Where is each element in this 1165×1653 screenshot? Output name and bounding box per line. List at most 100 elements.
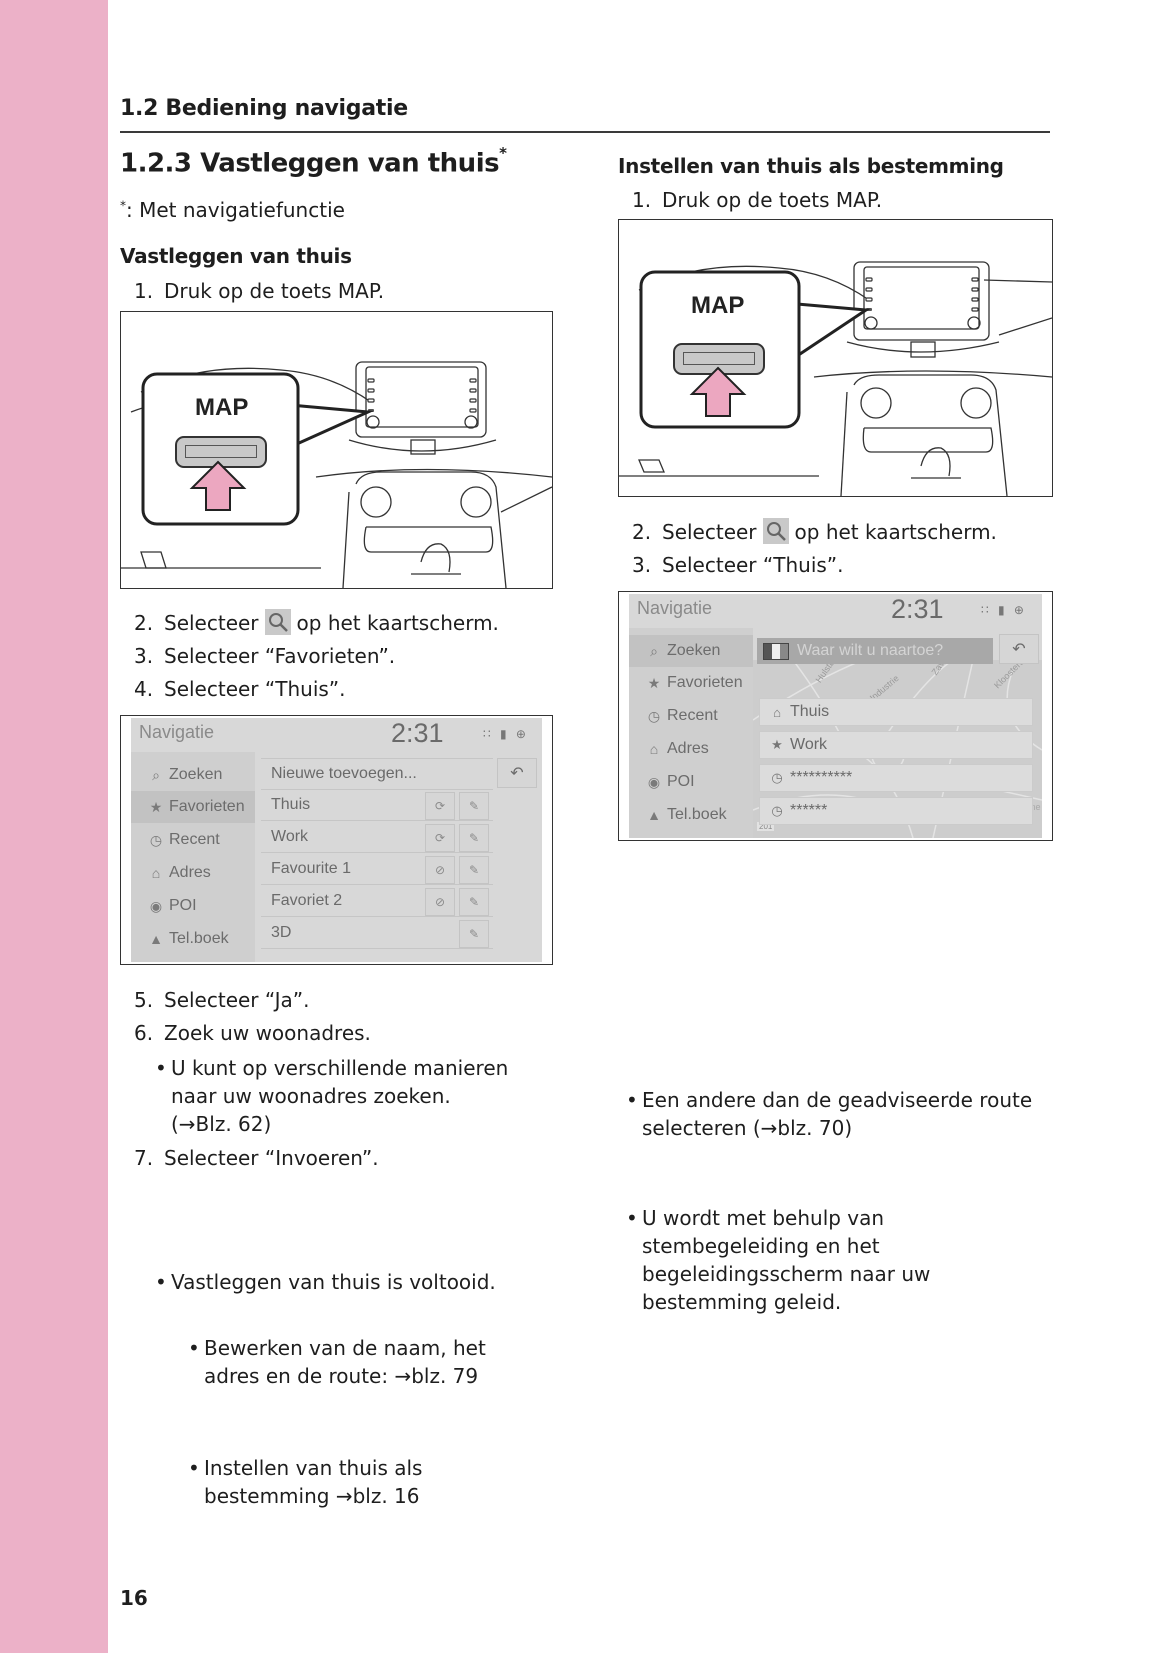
nav-side-menu: ⌕ Zoeken ★ Favorieten ◷ Recent ⌂ Adres ◉ POI … bbox=[131, 752, 255, 962]
step-text: Selecteer “Thuis”. bbox=[662, 553, 844, 577]
press-arrow-icon bbox=[189, 460, 247, 511]
bullet-dot: • bbox=[188, 1336, 200, 1360]
step-2: 2. Selecteer op het kaartscherm. bbox=[632, 516, 997, 549]
menu-item-favorieten[interactable]: ★ Favorieten bbox=[629, 667, 753, 699]
menu-label: Favorieten bbox=[667, 674, 743, 691]
subheading-set-home-destination: Instellen van thuis als bestemming bbox=[618, 154, 1004, 178]
search-placeholder: Waar wilt u naartoe? bbox=[797, 642, 944, 659]
search-screen: Navigatie 2:31 ∷ ▮ ⊕ Industrie Hulstbaan… bbox=[618, 591, 1053, 841]
row-label: Work bbox=[790, 736, 828, 753]
step-text: Selecteer bbox=[662, 520, 757, 544]
bullet-dot: • bbox=[626, 1206, 638, 1230]
heading-rule bbox=[120, 131, 1050, 133]
auto-route-icon[interactable]: ⟳ bbox=[425, 792, 455, 820]
step-number: 1. bbox=[632, 188, 652, 212]
row-label: Favoriet 2 bbox=[271, 892, 343, 909]
menu-item-zoeken[interactable]: ⌕ Zoeken bbox=[629, 635, 753, 667]
row-label: Nieuwe toevoegen... bbox=[271, 765, 417, 782]
back-button[interactable]: ↶ bbox=[497, 758, 537, 788]
dashboard-illustration: MAP bbox=[120, 311, 553, 589]
edit-pencil-icon[interactable]: ✎ bbox=[459, 920, 489, 948]
favorites-screen: Navigatie 2:31 ∷ ▮ ⊕ ⌕ Zoeken ★ Favorieten… bbox=[120, 715, 553, 965]
menu-item-recent[interactable]: ◷ Recent bbox=[629, 700, 753, 732]
section-title: 1.2.3 Vastleggen van thuis* bbox=[120, 144, 507, 179]
clock-icon: ◷ bbox=[647, 707, 661, 724]
step-text: Selecteer bbox=[164, 611, 259, 635]
screen-title: Navigatie bbox=[139, 722, 215, 742]
menu-item-poi[interactable]: ◉ POI bbox=[629, 766, 753, 798]
home-icon: ⌂ bbox=[773, 704, 781, 720]
menu-item-favorieten[interactable]: ★ Favorieten bbox=[131, 791, 255, 823]
auto-route-off-icon[interactable]: ⊘ bbox=[425, 856, 455, 884]
row-label: Thuis bbox=[271, 796, 311, 813]
note-line: selecteren (→blz. 70) bbox=[642, 1116, 853, 1140]
note-line: bestemming →blz. 16 bbox=[204, 1484, 420, 1508]
destination-row-work[interactable]: ★ Work bbox=[759, 731, 1033, 759]
menu-label: Tel.boek bbox=[169, 930, 229, 947]
edit-pencil-icon[interactable]: ✎ bbox=[459, 792, 489, 820]
note-line: Bewerken van de naam, het bbox=[204, 1336, 486, 1360]
step-number: 4. bbox=[134, 677, 154, 701]
bullet-dot: • bbox=[188, 1456, 200, 1480]
status-icons: ∷ ▮ ⊕ bbox=[483, 727, 529, 741]
back-button[interactable]: ↶ bbox=[999, 634, 1039, 664]
star-icon: ★ bbox=[647, 674, 661, 691]
screen-clock: 2:31 bbox=[891, 594, 944, 624]
search-icon: ⌕ bbox=[152, 766, 160, 783]
menu-item-adres[interactable]: ⌂ Adres bbox=[629, 733, 753, 765]
note-line: U kunt op verschillende manieren bbox=[171, 1056, 509, 1080]
step-text: Selecteer “Favorieten”. bbox=[164, 644, 396, 668]
note-alternative-route: • Een andere dan de geadviseerde route s… bbox=[626, 1086, 1165, 1142]
section-title-text: 1.2.3 Vastleggen van thuis bbox=[120, 148, 500, 179]
clock-icon: ◷ bbox=[771, 770, 783, 785]
step-number: 1. bbox=[134, 279, 154, 303]
edit-pencil-icon[interactable]: ✎ bbox=[459, 888, 489, 916]
menu-label: POI bbox=[169, 897, 197, 914]
press-arrow-icon bbox=[689, 366, 747, 417]
note-line: bestemming geleid. bbox=[642, 1290, 842, 1314]
footnote-text: : Met navigatiefunctie bbox=[126, 198, 345, 222]
edit-pencil-icon[interactable]: ✎ bbox=[459, 856, 489, 884]
step-text: Druk op de toets MAP. bbox=[164, 279, 385, 303]
bullet-dot: • bbox=[155, 1270, 167, 1294]
note-line: Een andere dan de geadviseerde route bbox=[642, 1088, 1033, 1112]
step-text: Selecteer “Ja”. bbox=[164, 988, 310, 1012]
menu-item-zoeken[interactable]: ⌕ Zoeken bbox=[131, 759, 255, 791]
step-text: Druk op de toets MAP. bbox=[662, 188, 883, 212]
step-number: 6. bbox=[134, 1021, 154, 1045]
menu-label: Zoeken bbox=[667, 642, 721, 659]
step-number: 2. bbox=[134, 611, 154, 635]
add-new-favorite-row[interactable]: Nieuwe toevoegen... bbox=[261, 758, 493, 790]
menu-item-telboek[interactable]: ▲ Tel.boek bbox=[131, 923, 255, 955]
screen-display: Navigatie 2:31 ∷ ▮ ⊕ ⌕ Zoeken ★ Favorieten… bbox=[131, 718, 542, 962]
step-1: 1. Druk op de toets MAP. bbox=[632, 184, 882, 217]
menu-label: Tel.boek bbox=[667, 806, 727, 823]
map-key-label: MAP bbox=[195, 394, 249, 421]
step-3: 3. Selecteer “Favorieten”. bbox=[134, 640, 395, 673]
destination-row-recent-2[interactable]: ◷ ****** bbox=[759, 797, 1033, 825]
destination-row-recent-1[interactable]: ◷ ********** bbox=[759, 764, 1033, 792]
step-text: Zoek uw woonadres. bbox=[164, 1021, 371, 1045]
step-text: op het kaartscherm. bbox=[296, 611, 499, 635]
menu-item-recent[interactable]: ◷ Recent bbox=[131, 824, 255, 856]
menu-item-telboek[interactable]: ▲ Tel.boek bbox=[629, 799, 753, 831]
bullet-dot: • bbox=[626, 1088, 638, 1112]
nav-side-menu: ⌕ Zoeken ★ Favorieten ◷ Recent ⌂ Adres ◉ POI … bbox=[629, 628, 753, 838]
page-number: 16 bbox=[120, 1586, 148, 1610]
row-label: Work bbox=[271, 828, 309, 845]
step-7: 7. Selecteer “Invoeren”. bbox=[134, 1142, 379, 1175]
destination-row-thuis[interactable]: ⌂ Thuis bbox=[759, 698, 1033, 726]
edit-pencil-icon[interactable]: ✎ bbox=[459, 824, 489, 852]
clock-icon: ◷ bbox=[771, 803, 783, 818]
map-key-label: MAP bbox=[691, 292, 745, 319]
auto-route-off-icon[interactable]: ⊘ bbox=[425, 888, 455, 916]
sub-note-edit: • Bewerken van de naam, het adres en de … bbox=[188, 1334, 1165, 1390]
menu-item-adres[interactable]: ⌂ Adres bbox=[131, 857, 255, 889]
auto-route-icon[interactable]: ⟳ bbox=[425, 824, 455, 852]
destination-search-input[interactable]: Waar wilt u naartoe? bbox=[757, 638, 993, 664]
step-text: op het kaartscherm. bbox=[794, 520, 997, 544]
screen-clock: 2:31 bbox=[391, 718, 444, 748]
menu-item-poi[interactable]: ◉ POI bbox=[131, 890, 255, 922]
status-icons: ∷ ▮ ⊕ bbox=[981, 603, 1027, 617]
footnote-marker: * bbox=[499, 144, 507, 162]
